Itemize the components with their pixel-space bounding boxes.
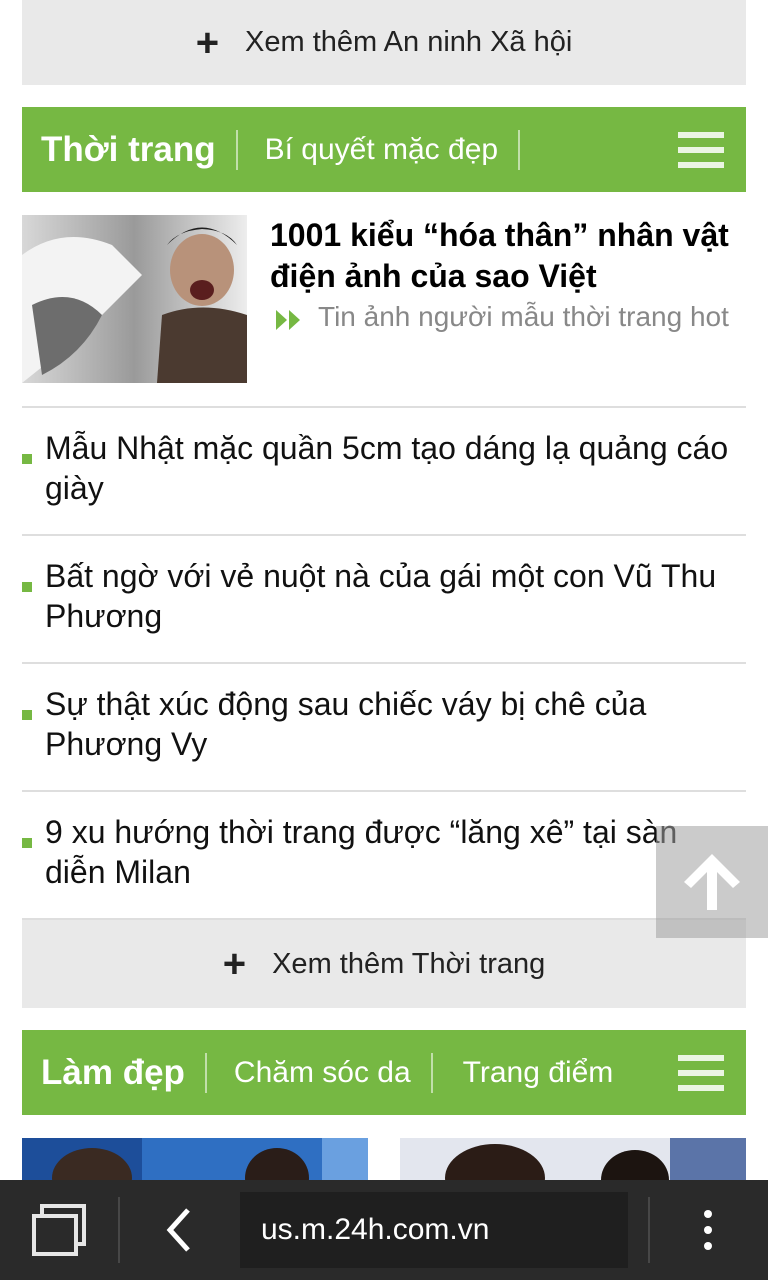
beauty-thumbnail-image[interactable] <box>400 1138 746 1183</box>
subcategory-makeup-link[interactable]: Trang điểm <box>433 1056 634 1090</box>
back-button[interactable] <box>152 1202 208 1258</box>
tabs-icon <box>32 1204 86 1256</box>
news-list-item[interactable]: Sự thật xúc động sau chiếc váy bị chê củ… <box>22 684 746 764</box>
dot <box>704 1242 712 1250</box>
double-chevron-right-icon <box>274 305 304 341</box>
address-bar[interactable]: us.m.24h.com.vn <box>240 1192 628 1268</box>
chevron-left-icon <box>166 1208 190 1252</box>
url-text: us.m.24h.com.vn <box>261 1213 490 1246</box>
category-beauty-link[interactable]: Làm đẹp <box>22 1053 205 1093</box>
featured-thumbnail-image[interactable] <box>22 215 247 383</box>
bullet <box>22 710 32 720</box>
dot <box>704 1226 712 1234</box>
featured-related-label: Tin ảnh người mẫu thời trang hot <box>318 301 729 332</box>
toolbar-divider <box>118 1197 120 1263</box>
overflow-menu-button[interactable] <box>686 1202 730 1258</box>
toolbar-divider <box>648 1197 650 1263</box>
browser-toolbar: us.m.24h.com.vn <box>0 1180 768 1280</box>
tabs-button[interactable] <box>24 1200 92 1260</box>
divider <box>22 406 746 408</box>
plus-icon: + <box>222 942 247 986</box>
divider <box>22 790 746 792</box>
fashion-section-header: Thời trang Bí quyết mặc đẹp <box>22 107 746 192</box>
bullet <box>22 582 32 592</box>
bullet <box>22 838 32 848</box>
hamburger-menu-icon[interactable] <box>678 132 724 168</box>
featured-title[interactable]: 1001 kiểu “hóa thân” nhân vật điện ảnh c… <box>270 215 740 297</box>
hamburger-menu-icon[interactable] <box>678 1055 724 1091</box>
more-security-news-button[interactable]: + Xem thêm An ninh Xã hội <box>22 0 746 85</box>
featured-related-link[interactable]: Tin ảnh người mẫu thời trang hot <box>274 299 740 341</box>
divider <box>22 662 746 664</box>
more-fashion-label: Xem thêm Thời trang <box>272 947 546 980</box>
beauty-section-header: Làm đẹp Chăm sóc da Trang điểm <box>22 1030 746 1115</box>
beauty-thumbnail-image[interactable] <box>22 1138 368 1183</box>
more-security-label: Xem thêm An ninh Xã hội <box>245 26 573 58</box>
bullet <box>22 454 32 464</box>
more-fashion-news-button[interactable]: + Xem thêm Thời trang <box>22 920 746 1008</box>
news-list-item[interactable]: Bất ngờ với vẻ nuột nà của gái một con V… <box>22 556 746 636</box>
news-list-item[interactable]: Mẫu Nhật mặc quần 5cm tạo dáng lạ quảng … <box>22 428 746 508</box>
news-list-item[interactable]: 9 xu hướng thời trang được “lăng xê” tại… <box>22 812 746 892</box>
subcategory-dressing-tips-link[interactable]: Bí quyết mặc đẹp <box>238 133 518 167</box>
scroll-to-top-button[interactable] <box>656 826 768 938</box>
featured-article[interactable]: 1001 kiểu “hóa thân” nhân vật điện ảnh c… <box>22 215 746 385</box>
plus-icon: + <box>195 20 220 65</box>
subcategory-skincare-link[interactable]: Chăm sóc da <box>207 1056 431 1090</box>
arrow-up-icon <box>684 854 740 910</box>
divider <box>518 129 521 170</box>
category-fashion-link[interactable]: Thời trang <box>22 130 236 170</box>
dot <box>704 1210 712 1218</box>
divider <box>22 534 746 536</box>
